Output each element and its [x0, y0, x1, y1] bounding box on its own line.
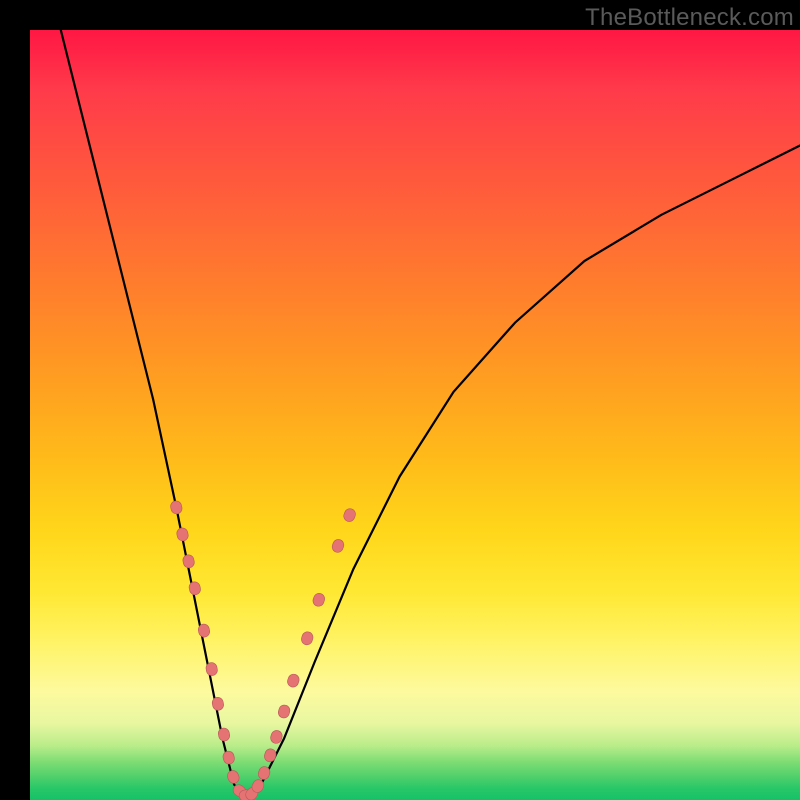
chart-frame: TheBottleneck.com	[0, 0, 800, 800]
marker-bead	[176, 527, 190, 542]
marker-bead	[277, 704, 291, 720]
marker-bead	[169, 500, 183, 515]
plot-area	[30, 30, 800, 800]
curve-layer	[30, 30, 800, 800]
marker-bead	[311, 592, 326, 608]
bottleneck-curve	[61, 30, 800, 796]
marker-group	[169, 500, 357, 800]
marker-bead	[211, 696, 224, 711]
marker-bead	[182, 554, 196, 569]
marker-bead	[300, 630, 314, 646]
marker-bead	[222, 750, 236, 765]
marker-bead	[286, 673, 300, 689]
marker-bead	[188, 581, 202, 596]
marker-bead	[331, 538, 346, 554]
watermark-text: TheBottleneck.com	[585, 4, 794, 32]
marker-bead	[342, 507, 357, 523]
marker-bead	[263, 747, 278, 763]
marker-bead	[217, 727, 230, 742]
marker-bead	[226, 769, 241, 785]
